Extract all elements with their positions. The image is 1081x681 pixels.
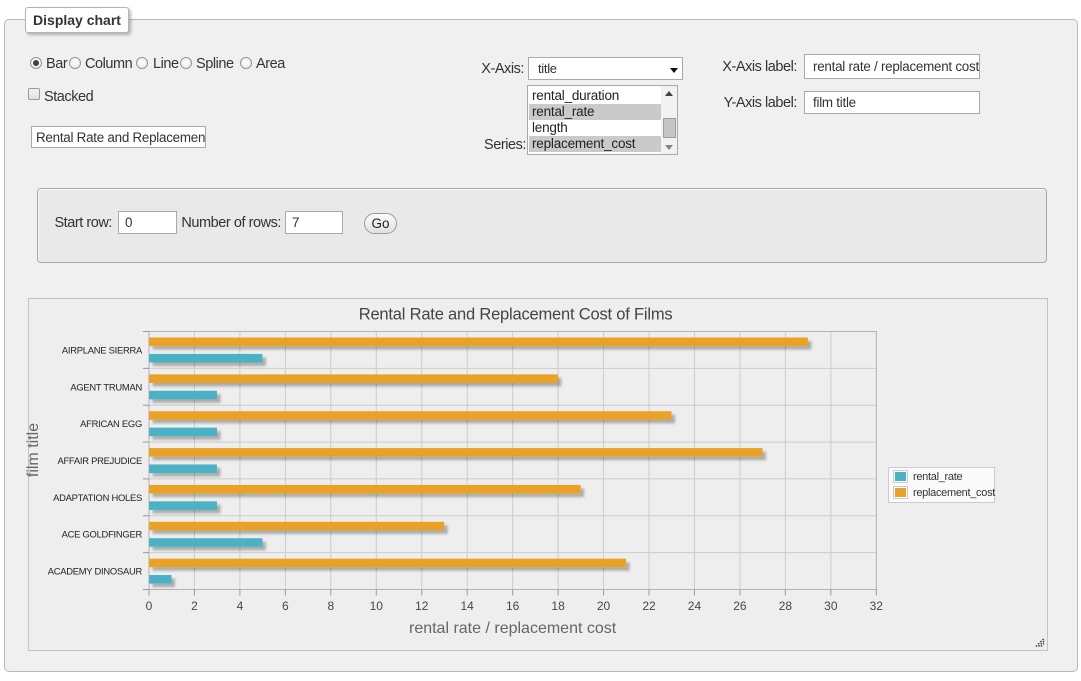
svg-text:0: 0 [146,599,153,613]
svg-text:AIRPLANE SIERRA: AIRPLANE SIERRA [62,344,143,355]
svg-text:replacement_cost: replacement_cost [913,487,995,499]
svg-text:14: 14 [461,599,475,613]
svg-text:AFFAIR PREJUDICE: AFFAIR PREJUDICE [57,455,142,466]
svg-text:12: 12 [415,599,429,613]
svg-text:26: 26 [733,599,747,613]
svg-text:22: 22 [642,599,656,613]
svg-text:16: 16 [506,599,520,613]
svg-text:20: 20 [597,599,611,613]
svg-text:ADAPTATION HOLES: ADAPTATION HOLES [53,492,142,503]
svg-text:32: 32 [870,599,884,613]
svg-text:2: 2 [191,599,198,613]
svg-text:Rental Rate and Replacement Co: Rental Rate and Replacement Cost of Film… [359,306,673,324]
svg-text:AGENT TRUMAN: AGENT TRUMAN [70,381,142,392]
svg-text:AFRICAN EGG: AFRICAN EGG [80,418,142,429]
svg-text:18: 18 [551,599,565,613]
svg-text:rental rate / replacement cost: rental rate / replacement cost [409,620,617,637]
svg-text:rental_rate: rental_rate [913,471,962,483]
svg-text:4: 4 [237,599,244,613]
svg-text:30: 30 [824,599,838,613]
svg-text:10: 10 [370,599,384,613]
svg-text:ACADEMY DINOSAUR: ACADEMY DINOSAUR [48,566,143,577]
svg-text:ACE GOLDFINGER: ACE GOLDFINGER [62,529,143,540]
svg-text:6: 6 [282,599,289,613]
svg-text:8: 8 [327,599,334,613]
svg-text:24: 24 [688,599,702,613]
svg-text:28: 28 [779,599,793,613]
